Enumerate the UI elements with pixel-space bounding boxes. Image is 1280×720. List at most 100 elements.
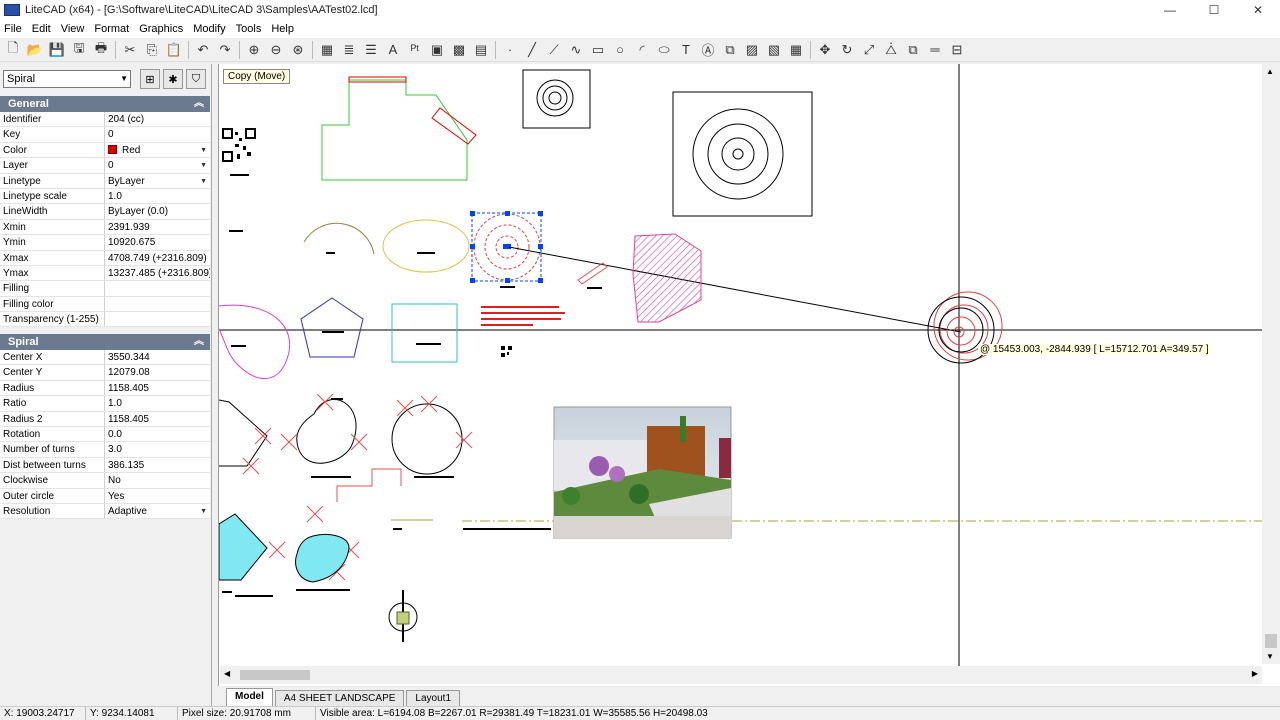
- line-types-icon[interactable]: ≣: [338, 39, 360, 61]
- horizontal-scrollbar[interactable]: ◀ ▶: [220, 666, 1262, 684]
- line-icon[interactable]: ╱: [521, 39, 543, 61]
- red-step-polyline[interactable]: [336, 468, 402, 502]
- image-icon[interactable]: ▧: [763, 39, 785, 61]
- property-row[interactable]: Clockwise No: [0, 473, 210, 489]
- dimension-icon[interactable]: ⊟: [946, 39, 968, 61]
- property-row[interactable]: Linetype scale 1.0: [0, 188, 210, 205]
- spline-icon[interactable]: ∿: [565, 39, 587, 61]
- property-value[interactable]: Adaptive ▼: [105, 504, 210, 518]
- point-icon[interactable]: ·: [499, 39, 521, 61]
- general-section-header[interactable]: General ︽: [0, 96, 210, 112]
- copy-icon[interactable]: ⎘: [141, 39, 163, 61]
- scroll-left-icon[interactable]: ◀: [224, 669, 230, 678]
- scroll-down-icon[interactable]: ▼: [1266, 652, 1274, 661]
- menu-view[interactable]: View: [57, 20, 91, 38]
- polyline-icon[interactable]: ⟋: [543, 39, 565, 61]
- save-icon[interactable]: 🖫: [68, 39, 90, 61]
- chevron-down-icon[interactable]: ▼: [200, 504, 207, 518]
- menu-modify[interactable]: Modify: [189, 20, 231, 38]
- select-all-icon[interactable]: ⊞: [140, 69, 160, 89]
- close-button[interactable]: ✕: [1236, 0, 1280, 20]
- property-value[interactable]: No: [105, 473, 210, 487]
- point-styles-icon[interactable]: ᴾᵗ: [404, 39, 426, 61]
- qrcode-large[interactable]: [222, 128, 256, 162]
- property-row[interactable]: Color Red ▼: [0, 142, 210, 159]
- arc-icon[interactable]: ◜: [631, 39, 653, 61]
- property-row[interactable]: Filling color: [0, 296, 210, 313]
- layouts-icon[interactable]: ▤: [470, 39, 492, 61]
- tab-model[interactable]: Model: [226, 688, 273, 706]
- garden-image[interactable]: [553, 406, 732, 539]
- property-row[interactable]: Key 0: [0, 127, 210, 143]
- property-value[interactable]: 204 (cc): [105, 112, 210, 126]
- spiral-small[interactable]: [536, 79, 574, 117]
- minimize-button[interactable]: —: [1148, 0, 1192, 20]
- property-row[interactable]: Layer 0 ▼: [0, 158, 210, 174]
- new-file-icon[interactable]: 🗋: [2, 39, 24, 61]
- menu-graphics[interactable]: Graphics: [135, 20, 189, 38]
- zoom-in-icon[interactable]: ⊕: [243, 39, 265, 61]
- paste-icon[interactable]: 📋: [163, 39, 185, 61]
- property-row[interactable]: Dist between turns 386.135: [0, 457, 210, 474]
- green-polyline[interactable]: [321, 79, 468, 181]
- compass-symbol[interactable]: [388, 590, 418, 642]
- zoom-extents-icon[interactable]: ⊛: [287, 39, 309, 61]
- spiral-section-header[interactable]: Spiral ︽: [0, 334, 210, 350]
- move-icon[interactable]: ✥: [814, 39, 836, 61]
- property-row[interactable]: Number of turns 3.0: [0, 442, 210, 458]
- object-type-select[interactable]: Spiral ▼: [3, 70, 131, 88]
- chevron-down-icon[interactable]: ▼: [200, 143, 207, 157]
- menu-help[interactable]: Help: [267, 20, 300, 38]
- qrcode-icon[interactable]: ▦: [785, 39, 807, 61]
- blocks-icon[interactable]: ▣: [426, 39, 448, 61]
- qrcode-small[interactable]: [501, 346, 512, 357]
- property-row[interactable]: Rotation 0.0: [0, 426, 210, 443]
- blue-pentagon[interactable]: [300, 297, 364, 358]
- property-value[interactable]: 4708.749 (+2316.809): [105, 251, 210, 265]
- property-value[interactable]: 12079.08: [105, 365, 210, 379]
- property-row[interactable]: Radius 2 1158.405: [0, 411, 210, 427]
- property-value[interactable]: 1.0: [105, 396, 210, 410]
- menu-file[interactable]: File: [0, 20, 28, 38]
- undo-icon[interactable]: ↶: [192, 39, 214, 61]
- menu-edit[interactable]: Edit: [28, 20, 57, 38]
- selected-spiral[interactable]: [470, 211, 543, 283]
- hatch-icon[interactable]: ▨: [741, 39, 763, 61]
- line-weights-icon[interactable]: ☰: [360, 39, 382, 61]
- tab-layout1[interactable]: Layout1: [406, 690, 461, 706]
- property-value[interactable]: 0: [105, 127, 210, 141]
- property-value[interactable]: 13237.485 (+2316.809): [105, 266, 210, 280]
- property-value[interactable]: 386.135: [105, 458, 210, 472]
- spiral-frame-small[interactable]: [522, 69, 591, 129]
- black-circle[interactable]: [391, 403, 463, 475]
- property-row[interactable]: Identifier 204 (cc): [0, 112, 210, 128]
- zoom-out-icon[interactable]: ⊖: [265, 39, 287, 61]
- property-row[interactable]: Xmax 4708.749 (+2316.809): [0, 250, 210, 266]
- cyan-filled-blob[interactable]: [295, 534, 350, 583]
- collapse-icon[interactable]: ︽: [194, 96, 204, 112]
- cyan-rectangle[interactable]: [391, 303, 458, 363]
- property-value[interactable]: 3550.344: [105, 350, 210, 364]
- red-text-block[interactable]: [481, 306, 565, 326]
- cut-icon[interactable]: ✂: [119, 39, 141, 61]
- magenta-curve[interactable]: [218, 304, 291, 380]
- property-value[interactable]: Red ▼: [105, 143, 210, 157]
- property-value[interactable]: 2391.939: [105, 220, 210, 234]
- property-row[interactable]: Center X 3550.344: [0, 350, 210, 366]
- property-value[interactable]: ByLayer (0.0): [105, 204, 210, 218]
- property-row[interactable]: Resolution Adaptive ▼: [0, 503, 210, 520]
- cyan-filled-shape[interactable]: [218, 513, 268, 581]
- drawing-canvas[interactable]: Copy (Move) @ 15453.003, -2844.939 [ L=1…: [218, 64, 1280, 686]
- tab-a4-sheet-landscape[interactable]: A4 SHEET LANDSCAPE: [274, 690, 405, 706]
- black-closed-curve[interactable]: [296, 399, 357, 464]
- copy-objects-icon[interactable]: ⧉: [902, 39, 924, 61]
- rotate-icon[interactable]: ↻: [836, 39, 858, 61]
- collapse-icon[interactable]: ︽: [194, 334, 204, 350]
- property-row[interactable]: Transparency (1-255): [0, 312, 210, 328]
- horizontal-scroll-thumb[interactable]: [240, 670, 310, 680]
- circle-icon[interactable]: ○: [609, 39, 631, 61]
- property-value[interactable]: 1.0: [105, 189, 210, 203]
- property-value[interactable]: [105, 297, 210, 311]
- mirror-icon[interactable]: ⧊: [880, 39, 902, 61]
- spiral-large[interactable]: [692, 108, 784, 200]
